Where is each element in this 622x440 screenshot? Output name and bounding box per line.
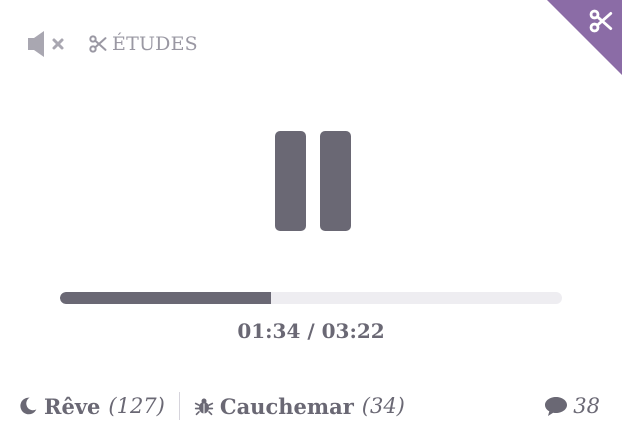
pause-icon-bar: [320, 131, 351, 231]
bug-icon: [194, 398, 214, 416]
nightmare-count: (34): [361, 394, 405, 418]
category-link[interactable]: ÉTUDES: [88, 33, 198, 55]
category-label: ÉTUDES: [112, 33, 198, 55]
scissors-icon: [89, 35, 107, 53]
progress-fill: [60, 292, 271, 304]
speech-bubble-icon: [545, 397, 568, 416]
dream-vote-button[interactable]: Rêve (127): [18, 394, 165, 419]
comments-link[interactable]: 38: [544, 394, 600, 418]
scissors-icon[interactable]: [588, 8, 614, 34]
dream-count: (127): [108, 394, 165, 418]
top-bar: ÉTUDES: [26, 28, 198, 60]
time-display: 01:34 / 03:22: [237, 319, 385, 343]
footer-bar: Rêve (127) Cauchemar (34) 38: [18, 390, 600, 422]
nightmare-label: Cauchemar: [219, 393, 354, 419]
pause-button[interactable]: [275, 131, 351, 231]
divider: [178, 392, 180, 420]
speaker-muted-icon[interactable]: [26, 28, 66, 60]
moon-icon: [20, 397, 37, 415]
comment-count: 38: [573, 394, 600, 418]
progress-bar[interactable]: [60, 292, 562, 304]
nightmare-vote-button[interactable]: Cauchemar (34): [194, 394, 405, 419]
dream-label: Rêve: [44, 393, 101, 419]
pause-icon: [275, 131, 306, 231]
